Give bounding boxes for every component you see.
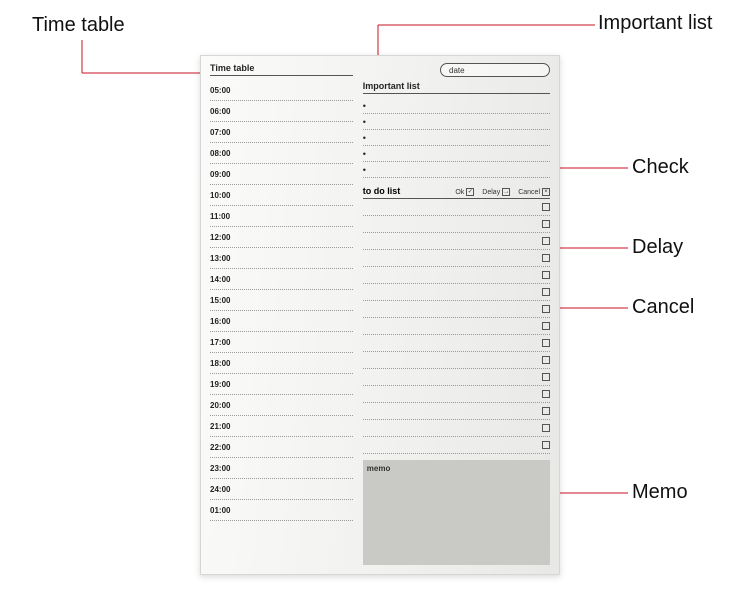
timetable-row[interactable]: 24:00	[210, 479, 353, 500]
todo-legend: Ok ✓ Delay → Cancel ×	[455, 188, 550, 196]
important-row[interactable]	[363, 130, 550, 146]
todo-row[interactable]	[363, 318, 550, 335]
memo-box[interactable]: memo	[363, 460, 550, 565]
important-rows	[363, 98, 550, 178]
legend-cancel-text: Cancel	[518, 189, 540, 196]
todo-row[interactable]	[363, 386, 550, 403]
todo-checkbox[interactable]	[542, 220, 550, 228]
legend-cancel: Cancel ×	[518, 188, 550, 196]
todo-checkbox[interactable]	[542, 288, 550, 296]
todo-checkbox[interactable]	[542, 390, 550, 398]
memo-label: memo	[367, 464, 391, 473]
legend-delay-icon: →	[502, 188, 510, 196]
annotation-cancel: Cancel	[632, 296, 694, 319]
todo-row[interactable]	[363, 335, 550, 352]
todo-checkbox[interactable]	[542, 203, 550, 211]
legend-ok: Ok ✓	[455, 188, 474, 196]
todo-checkbox[interactable]	[542, 339, 550, 347]
todo-row[interactable]	[363, 403, 550, 420]
todo-row[interactable]	[363, 267, 550, 284]
todo-checkbox[interactable]	[542, 254, 550, 262]
timetable-row[interactable]: 06:00	[210, 101, 353, 122]
timetable-row[interactable]: 09:00	[210, 164, 353, 185]
timetable-row[interactable]: 13:00	[210, 248, 353, 269]
timetable-row[interactable]: 05:00	[210, 80, 353, 101]
timetable-row[interactable]: 08:00	[210, 143, 353, 164]
important-row[interactable]	[363, 114, 550, 130]
todo-row[interactable]	[363, 284, 550, 301]
date-row: date	[363, 63, 550, 77]
todo-row[interactable]	[363, 301, 550, 318]
annotation-memo: Memo	[632, 481, 688, 504]
todo-row[interactable]	[363, 352, 550, 369]
todo-row[interactable]	[363, 437, 550, 454]
annotation-important: Important list	[598, 12, 712, 35]
todo-header: to do list Ok ✓ Delay → Cancel ×	[363, 186, 550, 199]
todo-rows	[363, 199, 550, 454]
timetable-row[interactable]: 22:00	[210, 437, 353, 458]
timetable-row[interactable]: 10:00	[210, 185, 353, 206]
important-row[interactable]	[363, 98, 550, 114]
todo-checkbox[interactable]	[542, 373, 550, 381]
todo-row[interactable]	[363, 420, 550, 437]
timetable-row[interactable]: 20:00	[210, 395, 353, 416]
timetable-row[interactable]: 16:00	[210, 311, 353, 332]
todo-checkbox[interactable]	[542, 407, 550, 415]
important-row[interactable]	[363, 162, 550, 178]
timetable-title: Time table	[210, 63, 353, 76]
timetable-row[interactable]: 17:00	[210, 332, 353, 353]
legend-delay-text: Delay	[482, 189, 500, 196]
timetable-row[interactable]: 21:00	[210, 416, 353, 437]
todo-checkbox[interactable]	[542, 305, 550, 313]
right-column: date Important list to do list Ok ✓ Dela…	[363, 63, 550, 565]
date-label: date	[449, 66, 465, 75]
timetable-row[interactable]: 19:00	[210, 374, 353, 395]
timetable-row[interactable]: 18:00	[210, 353, 353, 374]
todo-checkbox[interactable]	[542, 271, 550, 279]
todo-row[interactable]	[363, 250, 550, 267]
important-title: Important list	[363, 81, 550, 94]
timetable-row[interactable]: 01:00	[210, 500, 353, 521]
legend-ok-icon: ✓	[466, 188, 474, 196]
timetable-row[interactable]: 23:00	[210, 458, 353, 479]
timetable-row[interactable]: 14:00	[210, 269, 353, 290]
timetable-row[interactable]: 15:00	[210, 290, 353, 311]
todo-checkbox[interactable]	[542, 322, 550, 330]
timetable-row[interactable]: 12:00	[210, 227, 353, 248]
planner-page: Time table 05:0006:0007:0008:0009:0010:0…	[200, 55, 560, 575]
important-row[interactable]	[363, 146, 550, 162]
todo-title: to do list	[363, 186, 456, 196]
todo-row[interactable]	[363, 233, 550, 250]
legend-cancel-icon: ×	[542, 188, 550, 196]
timetable-row[interactable]: 07:00	[210, 122, 353, 143]
todo-checkbox[interactable]	[542, 356, 550, 364]
todo-row[interactable]	[363, 199, 550, 216]
todo-checkbox[interactable]	[542, 237, 550, 245]
annotation-timetable: Time table	[32, 14, 125, 37]
timetable-rows: 05:0006:0007:0008:0009:0010:0011:0012:00…	[210, 80, 353, 521]
timetable-column: Time table 05:0006:0007:0008:0009:0010:0…	[210, 63, 353, 565]
todo-row[interactable]	[363, 369, 550, 386]
legend-delay: Delay →	[482, 188, 510, 196]
todo-checkbox[interactable]	[542, 424, 550, 432]
timetable-row[interactable]: 11:00	[210, 206, 353, 227]
date-field[interactable]: date	[440, 63, 550, 77]
todo-checkbox[interactable]	[542, 441, 550, 449]
annotation-delay: Delay	[632, 236, 683, 259]
legend-ok-text: Ok	[455, 189, 464, 196]
todo-row[interactable]	[363, 216, 550, 233]
annotation-check: Check	[632, 156, 689, 179]
